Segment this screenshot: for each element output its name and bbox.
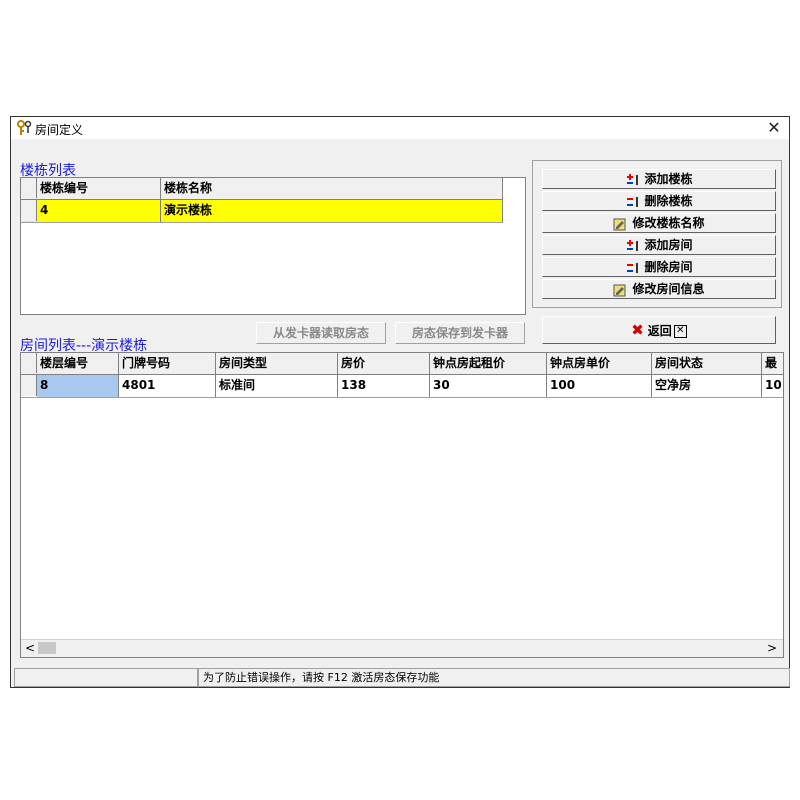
building-grid-header: 楼栋编号 楼栋名称 xyxy=(21,178,503,200)
add-icon xyxy=(627,239,639,251)
read-status-button[interactable]: 从发卡器读取房态 xyxy=(256,322,386,344)
extra-cell[interactable]: 10 xyxy=(762,375,783,397)
edit-icon xyxy=(613,218,626,230)
edit-room-button[interactable]: 修改房间信息 xyxy=(542,279,776,299)
delete-icon xyxy=(627,196,639,207)
red-x-icon: ✖ xyxy=(631,321,644,339)
column-extra[interactable]: 最 xyxy=(762,353,783,374)
table-row[interactable]: 4 演示楼栋 xyxy=(21,200,503,223)
column-floor[interactable]: 楼层编号 xyxy=(37,353,119,374)
delete-room-button[interactable]: 删除房间 xyxy=(542,257,776,277)
room-grid[interactable]: 楼层编号 门牌号码 房间类型 房价 钟点房起租价 钟点房单价 房间状态 最 8 … xyxy=(20,352,784,658)
key-icon xyxy=(17,120,32,135)
column-hourly-start[interactable]: 钟点房起租价 xyxy=(430,353,547,374)
building-grid[interactable]: 楼栋编号 楼栋名称 4 演示楼栋 xyxy=(20,177,526,315)
add-icon xyxy=(627,173,639,185)
door-number-cell[interactable]: 4801 xyxy=(119,375,216,397)
column-price[interactable]: 房价 xyxy=(338,353,430,374)
action-button-panel: 添加楼栋 删除楼栋 修改楼栋名称 添加房间 删除房间 修改房间信息 xyxy=(532,160,782,308)
column-hourly-unit[interactable]: 钟点房单价 xyxy=(547,353,652,374)
column-building-name[interactable]: 楼栋名称 xyxy=(161,178,503,199)
window-title: 房间定义 xyxy=(35,123,84,137)
floor-cell[interactable]: 8 xyxy=(37,375,119,397)
column-building-id[interactable]: 楼栋编号 xyxy=(37,178,161,199)
title-bar: 房间定义 ✕ xyxy=(11,117,789,139)
scroll-thumb[interactable] xyxy=(38,642,56,654)
table-row[interactable]: 8 4801 标准间 138 30 100 空净房 10 xyxy=(21,375,783,398)
save-status-button[interactable]: 房态保存到发卡器 xyxy=(395,322,525,344)
hourly-start-cell[interactable]: 30 xyxy=(430,375,547,397)
column-door-number[interactable]: 门牌号码 xyxy=(119,353,216,374)
add-room-button[interactable]: 添加房间 xyxy=(542,235,776,255)
room-type-cell[interactable]: 标准间 xyxy=(216,375,338,397)
back-button[interactable]: ✖ 返回 ✕ xyxy=(542,316,776,344)
hourly-unit-cell[interactable]: 100 xyxy=(547,375,652,397)
scroll-left-button[interactable]: < xyxy=(25,640,35,656)
box-x-icon: ✕ xyxy=(673,325,687,338)
delete-icon xyxy=(627,262,639,273)
rename-building-button[interactable]: 修改楼栋名称 xyxy=(542,213,776,233)
status-bar: 为了防止错误操作，请按 F12 激活房态保存功能 xyxy=(14,668,790,688)
status-message: 为了防止错误操作，请按 F12 激活房态保存功能 xyxy=(198,668,790,687)
delete-building-button[interactable]: 删除楼栋 xyxy=(542,191,776,211)
scroll-right-button[interactable]: > xyxy=(767,640,777,656)
building-name-cell[interactable]: 演示楼栋 xyxy=(161,200,503,222)
price-cell[interactable]: 138 xyxy=(338,375,430,397)
room-status-cell[interactable]: 空净房 xyxy=(652,375,762,397)
column-room-status[interactable]: 房间状态 xyxy=(652,353,762,374)
add-building-button[interactable]: 添加楼栋 xyxy=(542,169,776,189)
column-room-type[interactable]: 房间类型 xyxy=(216,353,338,374)
building-id-cell[interactable]: 4 xyxy=(37,200,161,222)
status-panel-left xyxy=(14,668,198,687)
horizontal-scrollbar[interactable]: < > xyxy=(21,639,783,657)
close-button[interactable]: ✕ xyxy=(765,118,783,138)
edit-icon xyxy=(613,284,626,296)
room-grid-header: 楼层编号 门牌号码 房间类型 房价 钟点房起租价 钟点房单价 房间状态 最 xyxy=(21,353,783,375)
